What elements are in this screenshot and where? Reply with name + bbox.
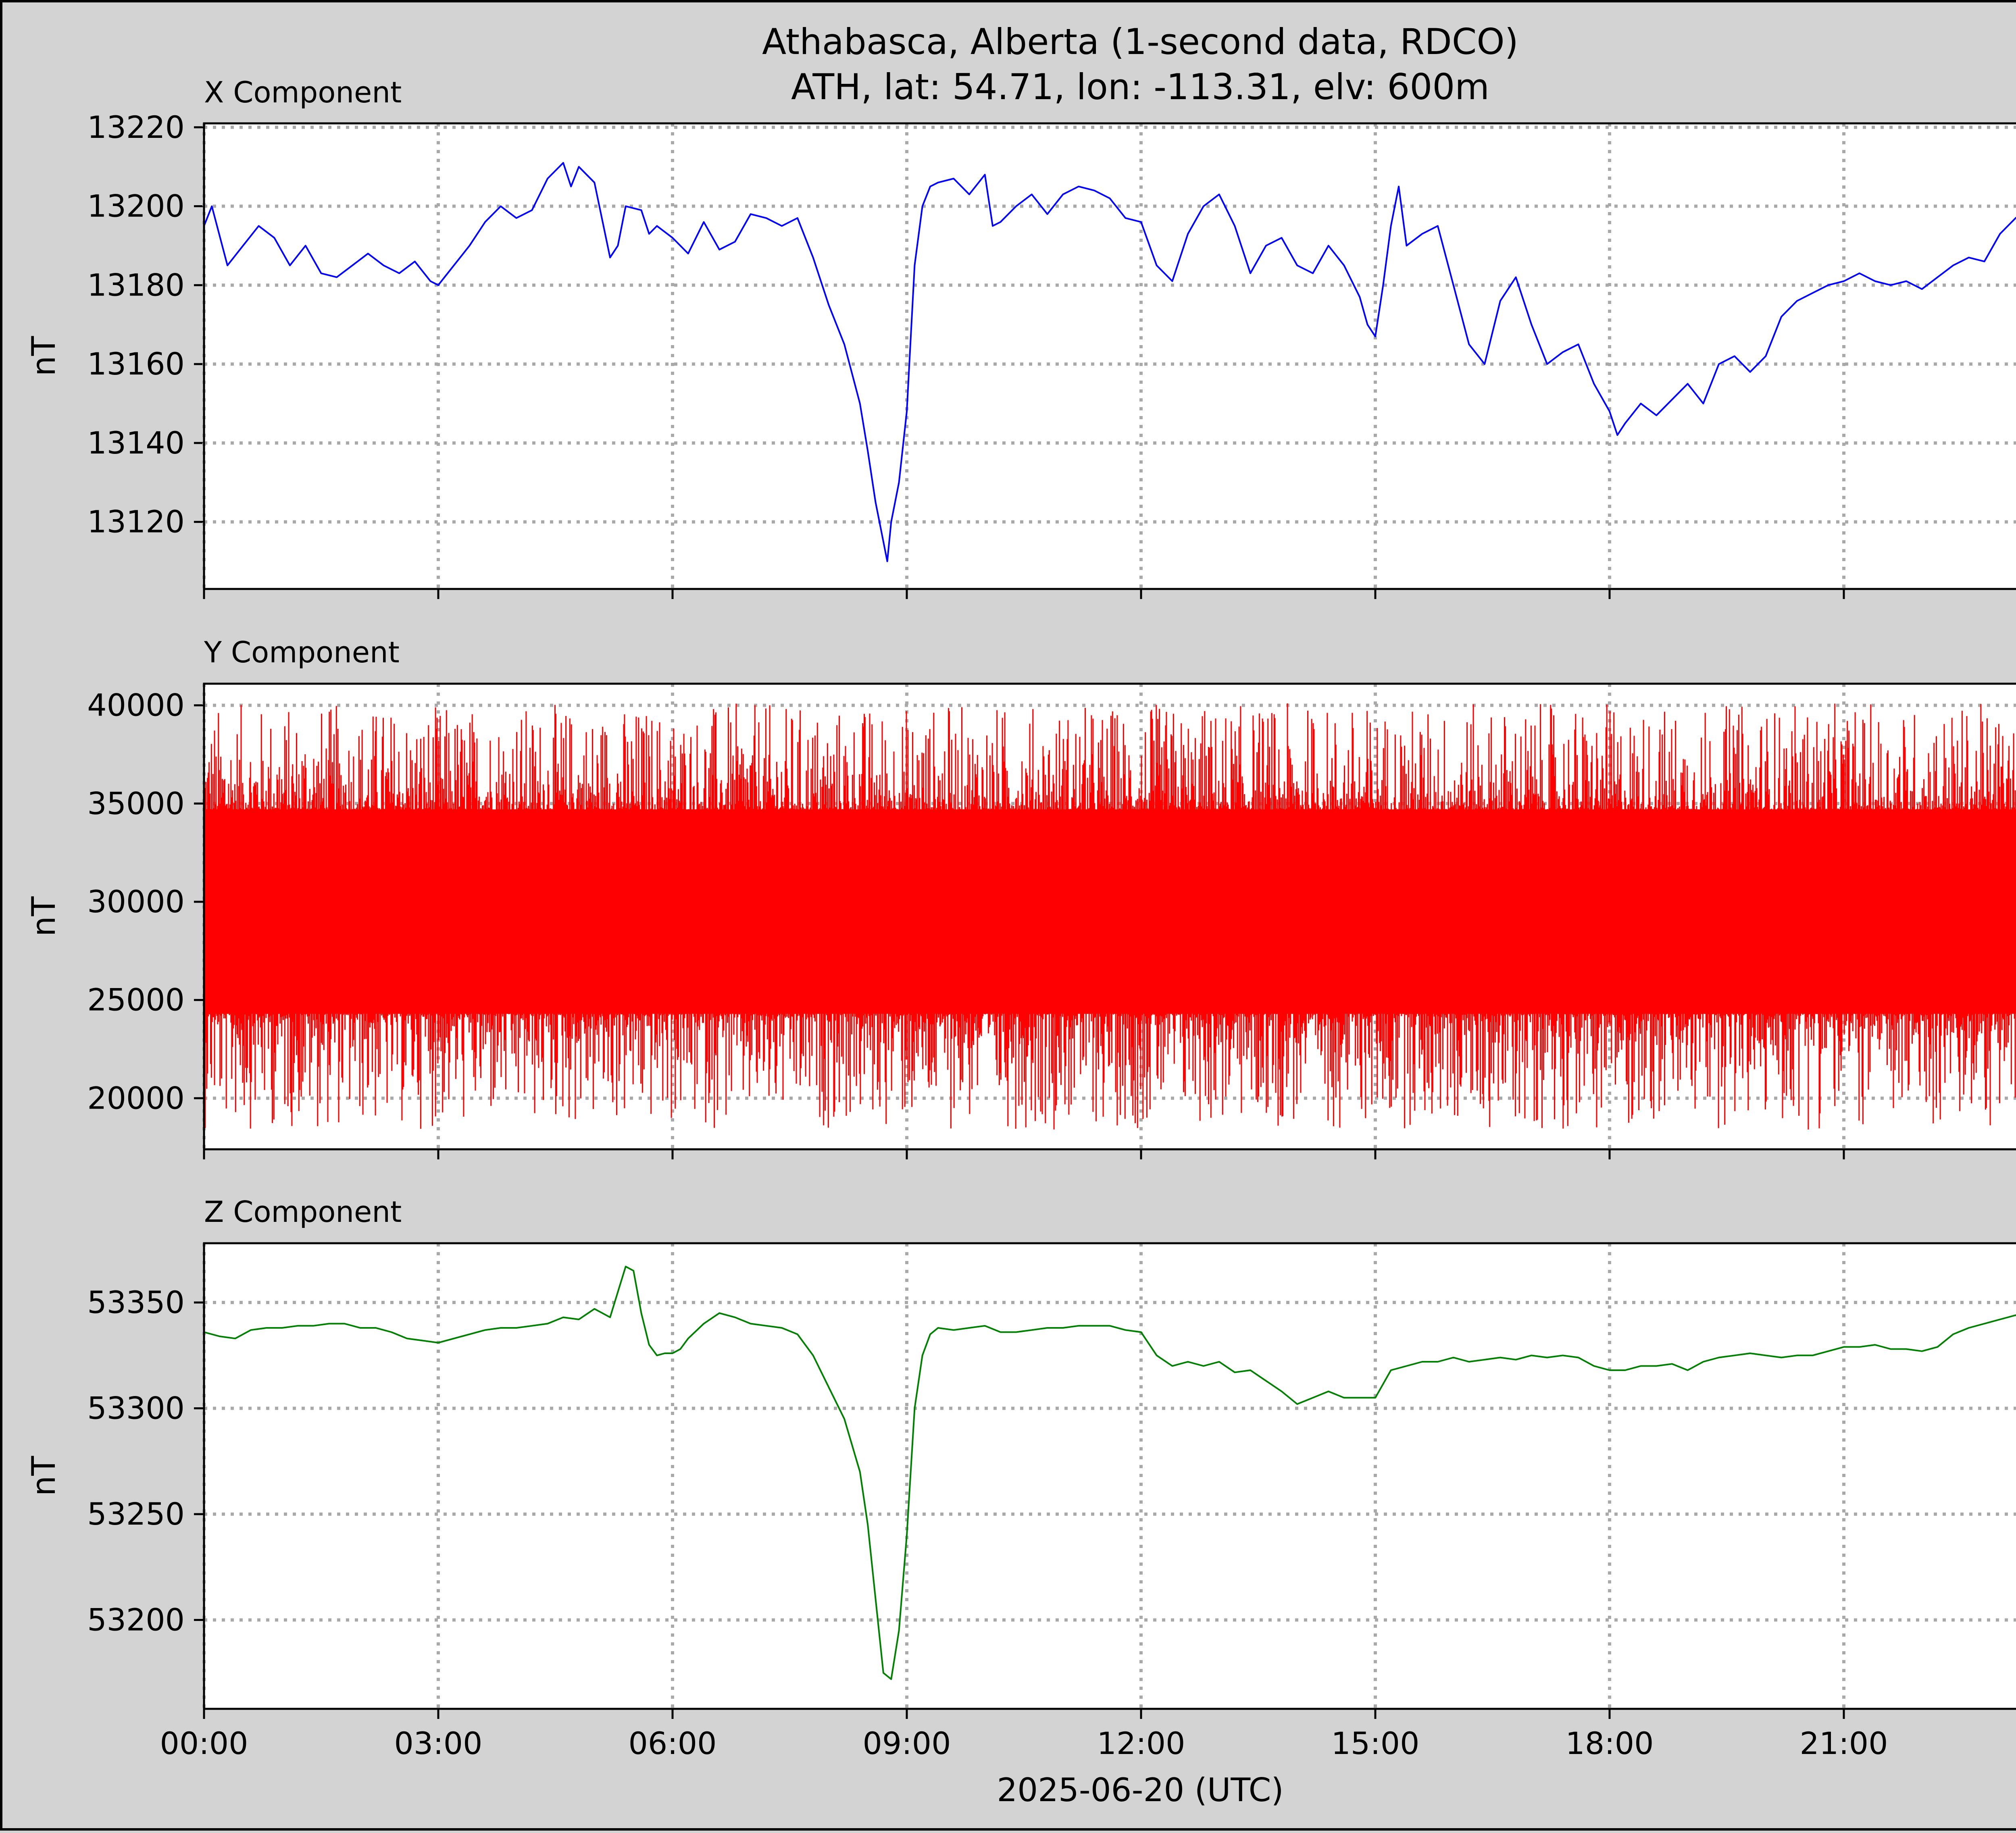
x-tick-label: 09:00	[862, 1725, 951, 1761]
x-axis-label: 2025-06-20 (UTC)	[997, 1771, 1283, 1809]
y-tick-label: 53250	[87, 1496, 185, 1532]
figure-title-line1: Athabasca, Alberta (1-second data, RDCO)	[762, 21, 1518, 62]
y-axis-label: nT	[25, 1456, 62, 1496]
x-tick-label: 15:00	[1331, 1725, 1419, 1761]
y-tick-label: 13180	[87, 267, 185, 303]
y-tick-label: 53300	[87, 1390, 185, 1426]
figure: Athabasca, Alberta (1-second data, RDCO)…	[0, 0, 2016, 1831]
y-tick-label: 20000	[87, 1080, 185, 1116]
x-tick-label: 12:00	[1097, 1725, 1185, 1761]
y-tick-label: 53350	[87, 1284, 185, 1320]
y-tick-label: 13160	[87, 346, 185, 382]
panel-title: Y Component	[204, 635, 400, 669]
y-tick-label: 13140	[87, 425, 185, 461]
y-tick-label: 13120	[87, 504, 185, 540]
y-axis-label: nT	[25, 336, 62, 377]
z-component-panel: Z Component nT 53200 53250 53300 53350	[25, 1195, 2016, 1719]
y-tick-label: 13220	[87, 109, 185, 145]
x-tick-label: 06:00	[628, 1725, 716, 1761]
y-tick-label: 13200	[87, 188, 185, 224]
x-tick-labels: 00:00 03:00 06:00 09:00 12:00 15:00 18:00 21:00	[160, 1725, 1888, 1761]
figure-title-line2: ATH, lat: 54.71, lon: -113.31, elv: 600m	[791, 66, 1489, 108]
panel-title: X Component	[204, 75, 402, 109]
panel-title: Z Component	[204, 1195, 402, 1229]
x-tick-label: 18:00	[1565, 1725, 1654, 1761]
y-component-panel: Y Component nT 20000 25000 30000 35000 40000	[25, 635, 2016, 1159]
y-tick-label: 25000	[87, 982, 185, 1018]
plot-area	[204, 1243, 2016, 1709]
plot-area	[204, 123, 2016, 589]
y-axis-label: nT	[25, 896, 62, 937]
y-tick-label: 30000	[87, 884, 185, 920]
y-tick-label: 53200	[87, 1602, 185, 1638]
figure-canvas: Athabasca, Alberta (1-second data, RDCO)…	[25, 21, 2016, 1809]
x-tick-label: 00:00	[160, 1725, 248, 1761]
y-tick-label: 35000	[87, 785, 185, 821]
y-tick-label: 40000	[87, 687, 185, 723]
x-component-panel: X Component nT 13120 13140 13160 13180 13200 13…	[25, 75, 2016, 599]
x-tick-label: 03:00	[394, 1725, 482, 1761]
x-tick-label: 21:00	[1799, 1725, 1888, 1761]
